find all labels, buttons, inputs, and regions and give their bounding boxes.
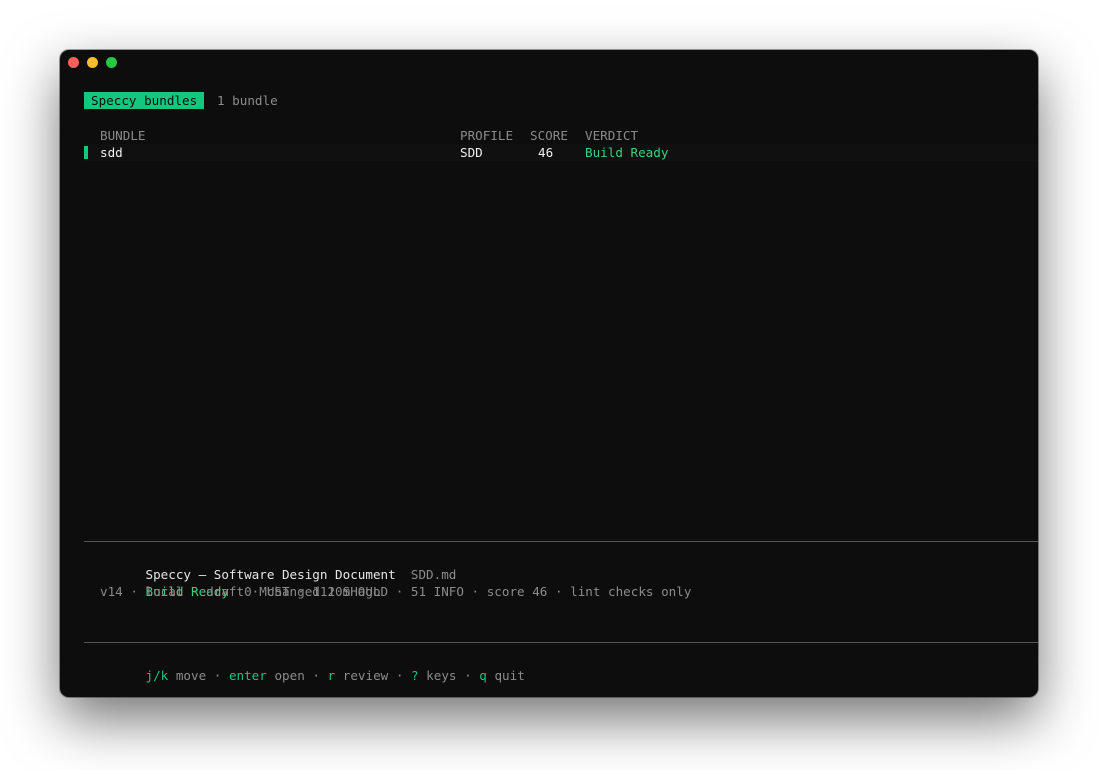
- detail-meta: v14 · local · draft · changed 20m ago: [100, 584, 381, 599]
- selection-marker: [84, 146, 88, 159]
- row-verdict: Build Ready: [585, 145, 669, 160]
- terminal-content: Speccy bundles 1 bundle BUNDLE PROFILE S…: [60, 50, 1038, 697]
- key-quit-label: quit: [494, 668, 525, 683]
- column-header-bundle: BUNDLE: [100, 128, 146, 143]
- footer-divider: [84, 642, 1038, 643]
- key-separator: ·: [456, 668, 480, 683]
- key-open[interactable]: enter: [229, 668, 267, 683]
- row-bundle: sdd: [100, 145, 123, 160]
- column-header-verdict: VERDICT: [585, 128, 639, 143]
- detail-stats-line: Build Ready 0 MUST · 111 SHOULD · 51 INF…: [100, 566, 692, 599]
- key-separator: ·: [388, 668, 411, 683]
- key-help-label: keys: [426, 668, 457, 683]
- column-header-profile: PROFILE: [460, 128, 514, 143]
- key-help[interactable]: ?: [411, 668, 419, 683]
- key-move-label: move: [175, 668, 207, 683]
- key-move[interactable]: j/k: [146, 668, 169, 683]
- key-review[interactable]: r: [328, 668, 336, 683]
- detail-divider: [84, 541, 1038, 542]
- column-header-score: SCORE: [530, 128, 568, 143]
- detail-title-line: Speccy — Software Design Document SDD.md: [100, 549, 457, 582]
- key-separator: ·: [304, 668, 328, 683]
- key-quit[interactable]: q: [479, 668, 487, 683]
- bundle-count: 1 bundle: [217, 93, 278, 108]
- row-score: 46: [538, 145, 554, 160]
- view-title-badge: Speccy bundles: [84, 92, 205, 109]
- keybar: j/k move · enter open · r review · ? key…: [100, 650, 525, 683]
- key-open-label: open: [274, 668, 305, 683]
- key-review-label: review: [342, 668, 389, 683]
- key-separator: ·: [206, 668, 229, 683]
- table-row[interactable]: sdd SDD 46 Build Ready: [84, 144, 1038, 161]
- row-profile: SDD: [460, 145, 483, 160]
- terminal-window: Speccy bundles 1 bundle BUNDLE PROFILE S…: [60, 50, 1038, 697]
